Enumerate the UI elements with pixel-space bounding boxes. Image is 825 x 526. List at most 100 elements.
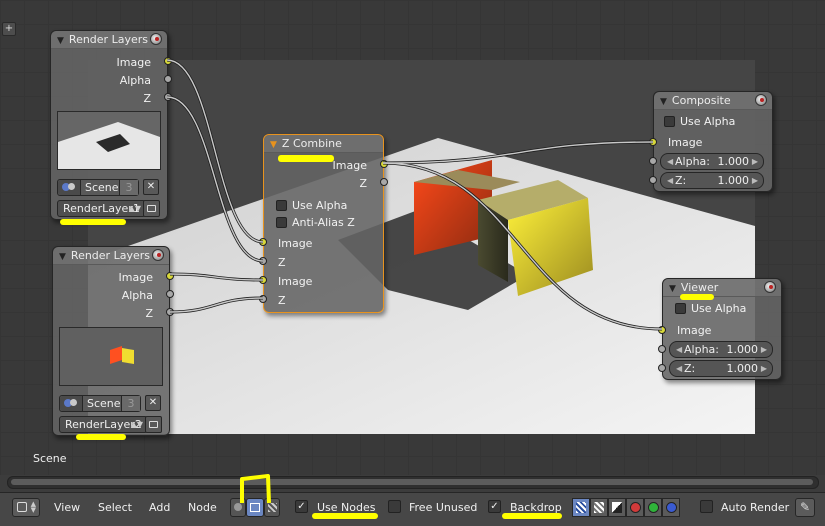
unlink-scene-close-icon[interactable]: ✕ xyxy=(143,179,159,195)
alpha-value-field[interactable]: ◀ Alpha: 1.000 ▶ xyxy=(669,341,773,358)
alpha-gradient-icon xyxy=(612,502,622,513)
viewer-node[interactable]: ▼ Viewer Use Alpha Image ◀ Alpha: 1.000 ▶… xyxy=(658,278,782,380)
render-layer-dropdown[interactable]: RenderLayer2 ▲▼ xyxy=(59,416,148,433)
alpha-field-value: 1.000 xyxy=(717,155,750,168)
alpha-value-field[interactable]: ◀ Alpha: 1.000 ▶ xyxy=(660,153,764,170)
output-alpha-socket[interactable] xyxy=(164,75,172,83)
scene-name: Scene xyxy=(87,397,121,410)
composite-node[interactable]: ▼ Composite Use Alpha Image ◀ Alpha: 1.00… xyxy=(649,91,773,192)
scene-selector[interactable]: Scene 3 xyxy=(57,179,139,196)
input-z-socket[interactable] xyxy=(649,176,657,184)
anti-alias-z-label: Anti-Alias Z xyxy=(292,216,355,229)
output-z-label: Z xyxy=(359,177,367,190)
input-image-socket[interactable] xyxy=(658,326,666,334)
input-z-socket-2[interactable] xyxy=(259,295,267,303)
collapse-triangle-icon[interactable]: ▼ xyxy=(660,94,667,111)
output-image-socket[interactable] xyxy=(380,160,388,168)
output-image-socket[interactable] xyxy=(166,272,174,280)
z-value-field[interactable]: ◀ Z: 1.000 ▶ xyxy=(669,360,773,377)
horizontal-scrollbar[interactable] xyxy=(7,476,819,489)
collapse-triangle-icon[interactable]: ▼ xyxy=(59,249,66,266)
node-editor-icon xyxy=(17,502,27,512)
use-alpha-checkbox[interactable] xyxy=(675,303,686,314)
increment-arrow-icon[interactable]: ▶ xyxy=(752,154,758,169)
render-camera-icon[interactable] xyxy=(145,416,162,433)
input-image-socket[interactable] xyxy=(649,138,657,146)
menu-view[interactable]: View xyxy=(54,501,80,514)
anti-alias-z-checkbox[interactable] xyxy=(276,217,287,228)
scrollbar-thumb[interactable] xyxy=(11,479,813,485)
input-z-label-2: Z xyxy=(278,294,286,307)
backdrop-checkbox[interactable]: ✓ xyxy=(488,500,501,513)
render-preview-ball-icon[interactable] xyxy=(755,94,767,106)
use-nodes-checkbox[interactable]: ✓ xyxy=(295,500,308,513)
channel-alpha-button[interactable] xyxy=(608,498,626,517)
node-editor-area[interactable]: + ▼ Render Layers Image Alpha Z Scene 3 … xyxy=(0,0,825,475)
input-image-socket-1[interactable] xyxy=(259,238,267,246)
output-z-socket[interactable] xyxy=(166,308,174,316)
free-unused-checkbox[interactable] xyxy=(388,500,401,513)
collapse-triangle-icon[interactable]: ▼ xyxy=(270,137,277,154)
auto-render-checkbox[interactable] xyxy=(700,500,713,513)
alpha-field-label: Alpha: xyxy=(675,155,710,168)
node-header[interactable]: ▼ Composite xyxy=(654,92,772,110)
menu-add[interactable]: Add xyxy=(149,501,170,514)
decrement-arrow-icon[interactable]: ◀ xyxy=(676,361,682,376)
collapse-triangle-icon[interactable]: ▼ xyxy=(669,281,676,298)
scene-icon xyxy=(58,180,81,195)
use-alpha-checkbox[interactable] xyxy=(276,200,287,211)
pin-button[interactable]: ✎ xyxy=(795,498,815,517)
use-alpha-checkbox[interactable] xyxy=(664,116,675,127)
output-z-socket[interactable] xyxy=(164,93,172,101)
input-z-socket[interactable] xyxy=(658,364,666,372)
node-title: Render Layers xyxy=(70,249,150,262)
plus-icon[interactable]: + xyxy=(2,22,16,36)
channel-rgba-button[interactable] xyxy=(590,498,608,517)
input-image-socket-2[interactable] xyxy=(259,276,267,284)
decrement-arrow-icon[interactable]: ◀ xyxy=(667,173,673,188)
output-image-socket[interactable] xyxy=(164,57,172,65)
output-alpha-socket[interactable] xyxy=(166,290,174,298)
z-field-value: 1.000 xyxy=(726,362,759,375)
menu-node[interactable]: Node xyxy=(188,501,217,514)
node-title: Composite xyxy=(671,94,731,107)
decrement-arrow-icon[interactable]: ◀ xyxy=(667,154,673,169)
increment-arrow-icon[interactable]: ▶ xyxy=(752,173,758,188)
input-z-socket-1[interactable] xyxy=(259,257,267,265)
render-camera-icon[interactable] xyxy=(143,200,160,217)
yellow-highlight-mark xyxy=(76,434,126,440)
render-preview-ball-icon[interactable] xyxy=(764,281,776,293)
render-preview-ball-icon[interactable] xyxy=(152,249,164,261)
increment-arrow-icon[interactable]: ▶ xyxy=(761,342,767,357)
unlink-scene-close-icon[interactable]: ✕ xyxy=(145,395,161,411)
editor-type-button[interactable]: ▲ ▼ xyxy=(12,498,40,517)
node-header[interactable]: ▼ Z Combine xyxy=(264,135,383,153)
render-layers-node-1[interactable]: ▼ Render Layers Image Alpha Z Scene 3 ✕ R… xyxy=(50,30,172,220)
rgb-checker-icon xyxy=(576,502,586,513)
node-editor-header: ▲ ▼ View Select Add Node ✓ Use Nodes Free… xyxy=(0,474,825,526)
node-header[interactable]: ▼ Render Layers xyxy=(53,247,169,265)
collapse-triangle-icon[interactable]: ▼ xyxy=(57,33,64,50)
channel-rgb-button[interactable] xyxy=(572,498,590,517)
node-header[interactable]: ▼ Render Layers xyxy=(51,31,167,49)
free-unused-label[interactable]: Free Unused xyxy=(409,501,477,514)
input-alpha-socket[interactable] xyxy=(658,345,666,353)
auto-render-label[interactable]: Auto Render xyxy=(721,501,789,514)
scene-users-count: 3 xyxy=(121,396,140,411)
channel-red-button[interactable] xyxy=(626,498,644,517)
render-layer-dropdown[interactable]: RenderLayer1 ▲▼ xyxy=(57,200,146,217)
chevron-updown-icon: ▲ ▼ xyxy=(30,500,36,514)
yellow-highlight-bracket xyxy=(240,474,271,504)
channel-blue-button[interactable] xyxy=(662,498,680,517)
decrement-arrow-icon[interactable]: ◀ xyxy=(676,342,682,357)
pin-icon: ✎ xyxy=(800,500,811,514)
input-alpha-socket[interactable] xyxy=(649,157,657,165)
render-layers-node-2[interactable]: ▼ Render Layers Image Alpha Z Scene 3 ✕ R… xyxy=(52,246,174,436)
z-value-field[interactable]: ◀ Z: 1.000 ▶ xyxy=(660,172,764,189)
output-z-socket[interactable] xyxy=(380,178,388,186)
render-preview-ball-icon[interactable] xyxy=(150,33,162,45)
increment-arrow-icon[interactable]: ▶ xyxy=(761,361,767,376)
menu-select[interactable]: Select xyxy=(98,501,132,514)
channel-green-button[interactable] xyxy=(644,498,662,517)
scene-selector[interactable]: Scene 3 xyxy=(59,395,141,412)
